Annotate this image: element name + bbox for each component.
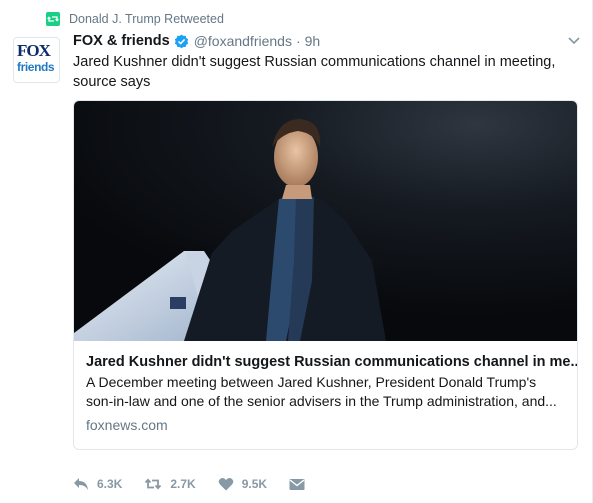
avatar-logo-friends: friends <box>17 60 55 74</box>
link-card[interactable]: Jared Kushner didn't suggest Russian com… <box>73 100 578 450</box>
tweet-header: FOX & friends @foxandfriends · 9h <box>73 31 320 51</box>
chevron-down-icon[interactable] <box>567 33 581 47</box>
direct-message-button[interactable] <box>289 478 305 491</box>
tweet-actions: 6.3K 2.7K 9.5K <box>73 474 327 494</box>
verified-icon <box>174 34 189 49</box>
reply-icon <box>73 477 89 491</box>
card-photo-illustration <box>74 119 386 341</box>
retweet-context[interactable]: Donald J. Trump Retweeted <box>46 10 224 28</box>
retweet-count: 2.7K <box>170 477 196 491</box>
retweet-icon <box>46 12 60 26</box>
retweet-context-text[interactable]: Donald J. Trump Retweeted <box>69 12 224 26</box>
like-icon <box>218 477 234 491</box>
author-name[interactable]: FOX & friends <box>73 33 170 49</box>
header-separator: · <box>295 33 301 49</box>
author-handle[interactable]: @foxandfriends <box>194 33 292 49</box>
like-button[interactable]: 9.5K <box>218 477 267 491</box>
reply-button[interactable]: 6.3K <box>73 477 122 491</box>
card-domain[interactable]: foxnews.com <box>86 417 567 433</box>
card-image[interactable] <box>74 101 577 341</box>
direct-message-icon <box>289 478 305 491</box>
card-description: A December meeting between Jared Kushner… <box>86 374 557 409</box>
tweet-text: Jared Kushner didn't suggest Russian com… <box>73 54 556 90</box>
avatar-logo-fox: FOX <box>17 41 51 60</box>
retweet-icon <box>144 477 162 491</box>
reply-count: 6.3K <box>97 477 123 491</box>
retweet-button[interactable]: 2.7K <box>144 477 196 491</box>
tweet-timestamp[interactable]: 9h <box>305 33 321 49</box>
avatar[interactable]: FOX friends <box>13 37 60 83</box>
card-title[interactable]: Jared Kushner didn't suggest Russian com… <box>86 353 577 371</box>
like-count: 9.5K <box>241 477 268 491</box>
